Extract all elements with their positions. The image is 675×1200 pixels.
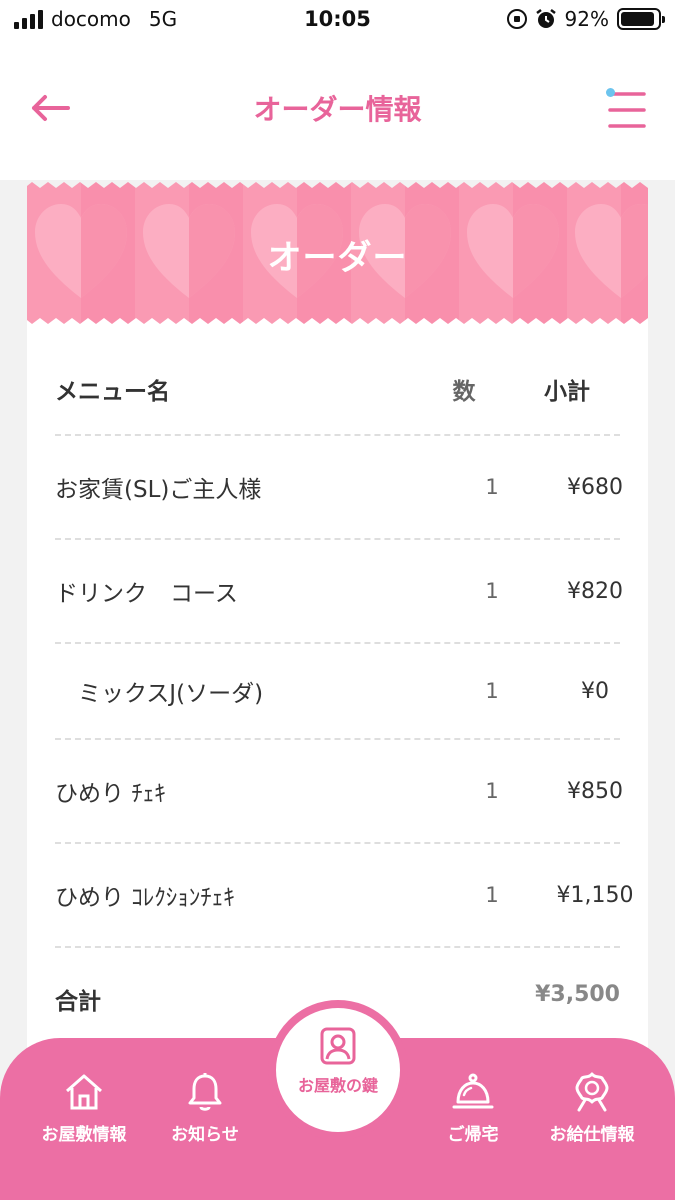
alarm-icon	[535, 9, 556, 28]
total-value: ¥3,500	[535, 982, 620, 1007]
row-subtotal: ¥0	[581, 678, 609, 704]
row-quantity: 1	[485, 475, 499, 499]
table-row: お家賃(SL)ご主人様 1 ¥680	[55, 436, 623, 540]
column-header-menu-name: メニュー名	[55, 379, 170, 405]
table-row: ひめり ｺﾚｸｼｮﾝﾁｪｷ 1 ¥1,150	[55, 844, 633, 948]
column-header-quantity: 数	[452, 379, 476, 405]
mansion-key-button[interactable]: お屋敷の鍵	[268, 1000, 408, 1140]
order-card: オーダー メニュー名 数 小計 お家賃(SL)ご主人様 1 ¥680 ドリンク …	[27, 180, 648, 1060]
nav-label: お給仕情報	[549, 1125, 635, 1145]
row-subtotal: ¥1,150	[556, 882, 634, 908]
row-menu-name: ひめり ｺﾚｸｼｮﾝﾁｪｷ	[55, 885, 235, 911]
house-icon	[66, 1074, 102, 1110]
battery-percent: 92%	[564, 7, 609, 31]
row-quantity: 1	[485, 579, 499, 603]
ribbon-badge-icon	[575, 1072, 609, 1112]
table-row: ひめり ﾁｪｷ 1 ¥850	[55, 740, 623, 844]
rotation-lock-icon	[506, 9, 527, 29]
status-bar: docomo 5G 10:05 92%	[0, 0, 675, 40]
row-menu-name: お家賃(SL)ご主人様	[55, 477, 262, 503]
row-subtotal: ¥850	[567, 778, 623, 804]
status-right: 92%	[506, 7, 665, 31]
row-subtotal: ¥680	[567, 474, 623, 500]
row-menu-name: ミックスJ(ソーダ)	[55, 681, 264, 707]
row-quantity: 1	[485, 679, 499, 703]
service-bell-icon	[452, 1073, 494, 1109]
key-button-label: お屋敷の鍵	[297, 1076, 378, 1095]
row-menu-name: ひめり ﾁｪｷ	[55, 781, 166, 807]
nav-item-news[interactable]: お知らせ	[135, 1070, 275, 1145]
table-row: ドリンク コース 1 ¥820	[55, 540, 623, 644]
page-title: オーダー情報	[253, 93, 422, 126]
nav-label: お知らせ	[171, 1125, 239, 1145]
key-button-content: お屋敷の鍵	[276, 1026, 400, 1096]
app-header: オーダー情報	[0, 40, 675, 180]
battery-fill	[621, 12, 655, 26]
order-banner: オーダー	[27, 180, 648, 326]
banner-title: オーダー	[267, 238, 408, 278]
battery-icon	[617, 8, 665, 30]
column-header-subtotal: 小計	[544, 379, 590, 405]
notification-dot	[606, 88, 615, 97]
nav-item-mansion-info[interactable]: お屋敷情報	[14, 1070, 154, 1145]
nav-item-service-info[interactable]: お給仕情報	[522, 1070, 662, 1145]
table-row: ミックスJ(ソーダ) 1 ¥0	[55, 644, 620, 740]
row-quantity: 1	[485, 883, 499, 907]
member-card-icon	[320, 1027, 356, 1065]
row-menu-name: ドリンク コース	[55, 581, 238, 607]
total-label: 合計	[55, 989, 101, 1015]
bell-icon	[188, 1073, 222, 1111]
row-quantity: 1	[485, 779, 499, 803]
nav-label: お屋敷情報	[41, 1125, 127, 1145]
row-subtotal: ¥820	[567, 578, 623, 604]
